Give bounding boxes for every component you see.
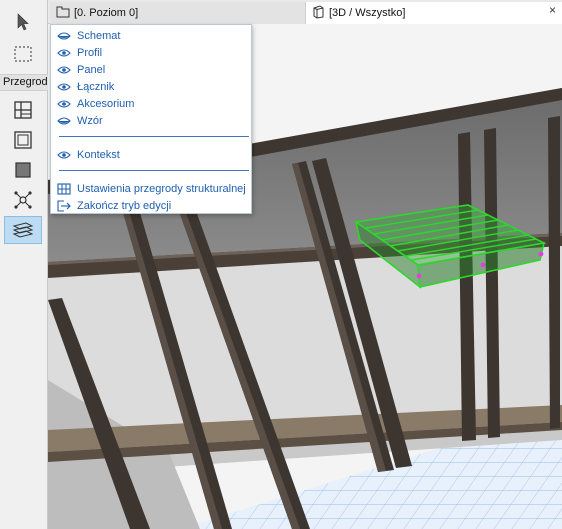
eye-icon <box>57 82 77 92</box>
connector-node-icon[interactable] <box>4 186 42 214</box>
close-icon[interactable]: × <box>549 3 556 17</box>
grid-layout-icon[interactable] <box>4 96 42 124</box>
eye-icon <box>57 48 77 58</box>
menu-separator <box>59 136 249 137</box>
eye-icon <box>57 150 77 160</box>
marquee-icon[interactable] <box>4 40 42 68</box>
tab-floor-plan[interactable]: [0. Poziom 0] <box>50 2 306 24</box>
menu-item-exit-edit-mode[interactable]: Zakończ tryb edycji <box>51 197 251 214</box>
menu-item-panel[interactable]: Panel <box>51 61 251 78</box>
menu-item-label: Łącznik <box>77 80 115 93</box>
menu-item-wzor[interactable]: Wzór <box>51 112 251 129</box>
menu-item-label: Kontekst <box>77 148 120 161</box>
menu-item-akcesorium[interactable]: Akcesorium <box>51 95 251 112</box>
menu-item-structure-settings[interactable]: Ustawienia przegrody strukturalnej <box>51 180 251 197</box>
menu-item-label: Ustawienia przegrody strukturalnej <box>77 182 246 195</box>
eye-icon <box>57 65 77 75</box>
menu-item-label: Profil <box>77 46 103 59</box>
display-options-menu: Schemat Profil Panel Łącznik Akcesorium … <box>50 24 252 214</box>
menu-item-label: Schemat <box>77 29 121 42</box>
grid-settings-icon <box>57 182 77 195</box>
menu-item-schemat[interactable]: Schemat <box>51 27 251 44</box>
menu-item-profil[interactable]: Profil <box>51 44 251 61</box>
menu-item-lacznik[interactable]: Łącznik <box>51 78 251 95</box>
eye-icon <box>57 99 77 109</box>
tab-bar: [0. Poziom 0] [3D / Wszystko] × <box>48 0 562 24</box>
floor-plan-icon <box>56 6 70 21</box>
exit-icon <box>57 199 77 212</box>
menu-item-label: Akcesorium <box>77 97 135 110</box>
eye-closed-icon <box>57 116 77 126</box>
menu-item-label: Wzór <box>77 114 103 127</box>
toolbox: Przegrod <box>0 0 48 529</box>
stair-accessory-icon[interactable] <box>4 216 42 244</box>
menu-item-kontekst[interactable]: Kontekst <box>51 146 251 163</box>
eye-closed-icon <box>57 31 77 41</box>
menu-item-label: Zakończ tryb edycji <box>77 199 172 212</box>
arrow-select-icon[interactable] <box>4 8 42 36</box>
cube-3d-icon <box>312 4 325 22</box>
tab-floor-plan-label: [0. Poziom 0] <box>74 7 139 19</box>
menu-separator <box>59 170 249 171</box>
mullion-7 <box>548 116 560 429</box>
tab-3d-view-label: [3D / Wszystko] <box>329 7 406 19</box>
solid-panel-icon[interactable] <box>4 156 42 184</box>
frame-icon[interactable] <box>4 126 42 154</box>
toolbox-label: Przegrod <box>0 74 48 91</box>
tab-3d-view[interactable]: [3D / Wszystko] <box>306 2 562 24</box>
menu-item-label: Panel <box>77 63 106 76</box>
